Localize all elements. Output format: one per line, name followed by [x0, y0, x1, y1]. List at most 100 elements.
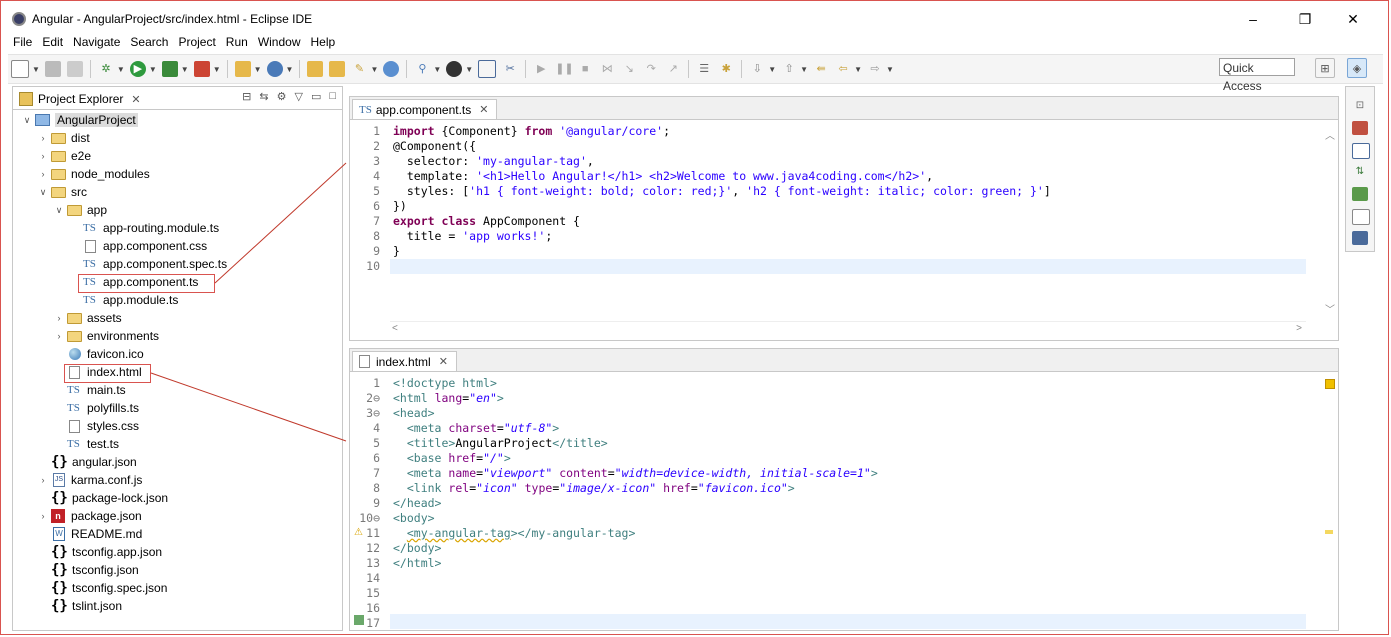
- maximize-button[interactable]: ❐: [1282, 8, 1328, 30]
- debug-icon[interactable]: ✲: [98, 61, 114, 77]
- save-icon[interactable]: [44, 61, 61, 77]
- tree-item[interactable]: › dist: [37, 129, 90, 147]
- task-list-icon[interactable]: [1352, 143, 1370, 159]
- tree-item[interactable]: TS app.module.ts: [69, 291, 178, 309]
- suspend-icon[interactable]: ❚❚: [555, 61, 573, 77]
- tree-item[interactable]: TS main.ts: [53, 381, 126, 399]
- view-menu-icon[interactable]: ▽: [294, 90, 302, 103]
- tab-index-html[interactable]: index.html ✕: [352, 351, 457, 371]
- tab-app-component-ts[interactable]: TS app.component.ts ✕: [352, 99, 498, 119]
- step-into-icon[interactable]: ↘: [621, 61, 637, 77]
- tree-item[interactable]: › JS karma.conf.js: [37, 471, 142, 489]
- tree-item[interactable]: › assets: [53, 309, 122, 327]
- chevron-down-icon[interactable]: ▼: [370, 65, 378, 74]
- forward-icon[interactable]: ⇨: [867, 61, 883, 77]
- prev-annotation-icon[interactable]: ⇧: [781, 61, 797, 77]
- tree-item[interactable]: ∨ src: [37, 183, 87, 201]
- hierarchy-icon[interactable]: ⇅: [1352, 165, 1368, 179]
- properties-icon[interactable]: [1352, 209, 1370, 225]
- collapse-all-icon[interactable]: ⊟: [242, 90, 251, 103]
- outline-icon[interactable]: [1352, 121, 1368, 135]
- ts-editor-body[interactable]: 1 2 3 4 5 6 7 8 9 10 import {Component} from '@an…: [350, 121, 1338, 340]
- vertical-scrollbar[interactable]: ︿ ﹀: [1322, 121, 1338, 340]
- collapsed-icon[interactable]: ›: [37, 133, 49, 143]
- scroll-right-icon[interactable]: >: [1296, 323, 1302, 334]
- menu-edit[interactable]: Edit: [37, 35, 68, 49]
- minimize-button[interactable]: –: [1230, 8, 1276, 30]
- scroll-down-icon[interactable]: ﹀: [1325, 301, 1335, 316]
- horizontal-scrollbar[interactable]: < >: [390, 321, 1306, 336]
- open-task-icon[interactable]: ✎: [351, 61, 367, 77]
- chevron-down-icon[interactable]: ▼: [465, 65, 473, 74]
- terminate-icon[interactable]: ■: [577, 61, 593, 77]
- menu-run[interactable]: Run: [221, 35, 253, 49]
- tree-item[interactable]: › node_modules: [37, 165, 150, 183]
- open-folder-icon[interactable]: [307, 61, 324, 77]
- tree-item[interactable]: {} tsconfig.app.json: [37, 543, 162, 561]
- maximize-icon[interactable]: □: [329, 90, 336, 103]
- search-icon[interactable]: ⚲: [414, 61, 430, 77]
- next-annotation-icon[interactable]: ⇩: [749, 61, 765, 77]
- menu-navigate[interactable]: Navigate: [68, 35, 125, 49]
- chevron-down-icon[interactable]: ▼: [213, 65, 221, 74]
- expanded-icon[interactable]: ∨: [37, 187, 49, 198]
- save-all-icon[interactable]: [66, 61, 83, 77]
- map-icon[interactable]: [1352, 187, 1368, 201]
- collapsed-icon[interactable]: ›: [37, 151, 49, 161]
- overview-warning-icon[interactable]: [1325, 379, 1335, 389]
- toggle-mark-icon[interactable]: ✂: [502, 61, 518, 77]
- chevron-down-icon[interactable]: ▼: [32, 65, 40, 74]
- tree-item[interactable]: favicon.ico: [53, 345, 144, 363]
- tree-item[interactable]: {} tsconfig.json: [37, 561, 139, 579]
- align-icon[interactable]: ☰: [696, 61, 712, 77]
- close-window-button[interactable]: ✕: [1330, 8, 1376, 30]
- chevron-down-icon[interactable]: ▼: [800, 65, 808, 74]
- tree-item[interactable]: TS app.component.spec.ts: [69, 255, 227, 273]
- step-over-icon[interactable]: ↷: [643, 61, 659, 77]
- open-type-icon[interactable]: [329, 61, 346, 77]
- perspective-icon[interactable]: ◈: [1347, 58, 1367, 78]
- warning-icon[interactable]: ⚠: [354, 527, 363, 538]
- code-area[interactable]: import {Component} from '@angular/core';…: [390, 121, 1306, 340]
- link-editor-icon[interactable]: ⇆: [259, 90, 268, 103]
- collapsed-icon[interactable]: ›: [37, 169, 49, 179]
- tree-item[interactable]: ∨ AngularProject: [21, 111, 138, 129]
- tab-project-explorer[interactable]: Project Explorer ✕: [15, 89, 145, 109]
- external-tools-icon[interactable]: [193, 61, 210, 77]
- menu-help[interactable]: Help: [306, 35, 341, 49]
- tree-item[interactable]: › e2e: [37, 147, 92, 165]
- collapsed-icon[interactable]: ›: [53, 331, 65, 341]
- terminal-icon[interactable]: [478, 60, 497, 78]
- disconnect-icon[interactable]: ⋈: [599, 61, 615, 77]
- vertical-scrollbar[interactable]: [1322, 373, 1338, 630]
- minimize-icon[interactable]: ▭: [311, 90, 321, 103]
- tree-item[interactable]: › n package.json: [37, 507, 142, 525]
- tree-item[interactable]: styles.css: [53, 417, 139, 435]
- chevron-down-icon[interactable]: ▼: [117, 65, 125, 74]
- coverage-icon[interactable]: [161, 61, 178, 77]
- overview-marker-icon[interactable]: [1325, 530, 1333, 534]
- chevron-down-icon[interactable]: ▼: [286, 65, 294, 74]
- chevron-down-icon[interactable]: ▼: [768, 65, 776, 74]
- annotation-icon[interactable]: ✱: [718, 61, 734, 77]
- expanded-icon[interactable]: ∨: [53, 205, 65, 216]
- collapsed-icon[interactable]: ›: [53, 313, 65, 323]
- run-icon[interactable]: ▶: [129, 61, 146, 77]
- tree-item[interactable]: app.component.css: [69, 237, 207, 255]
- tree-item[interactable]: {} tsconfig.spec.json: [37, 579, 167, 597]
- tree-item[interactable]: ∨ app: [53, 201, 107, 219]
- user-icon[interactable]: [446, 61, 463, 77]
- quick-access-input[interactable]: Quick Access: [1219, 58, 1295, 93]
- tree-item[interactable]: TS polyfills.ts: [53, 399, 139, 417]
- close-icon[interactable]: ✕: [131, 93, 140, 106]
- menu-file[interactable]: File: [8, 35, 37, 49]
- filter-icon[interactable]: ⚙: [277, 90, 287, 103]
- collapsed-icon[interactable]: ›: [37, 475, 49, 485]
- back-icon[interactable]: ⇦: [835, 61, 851, 77]
- chevron-down-icon[interactable]: ▼: [181, 65, 189, 74]
- tree-item[interactable]: › environments: [53, 327, 160, 345]
- chevron-down-icon[interactable]: ▼: [254, 65, 262, 74]
- tree-item[interactable]: TS app-routing.module.ts: [69, 219, 219, 237]
- console-icon[interactable]: [1352, 231, 1368, 245]
- tree-item[interactable]: W README.md: [37, 525, 142, 543]
